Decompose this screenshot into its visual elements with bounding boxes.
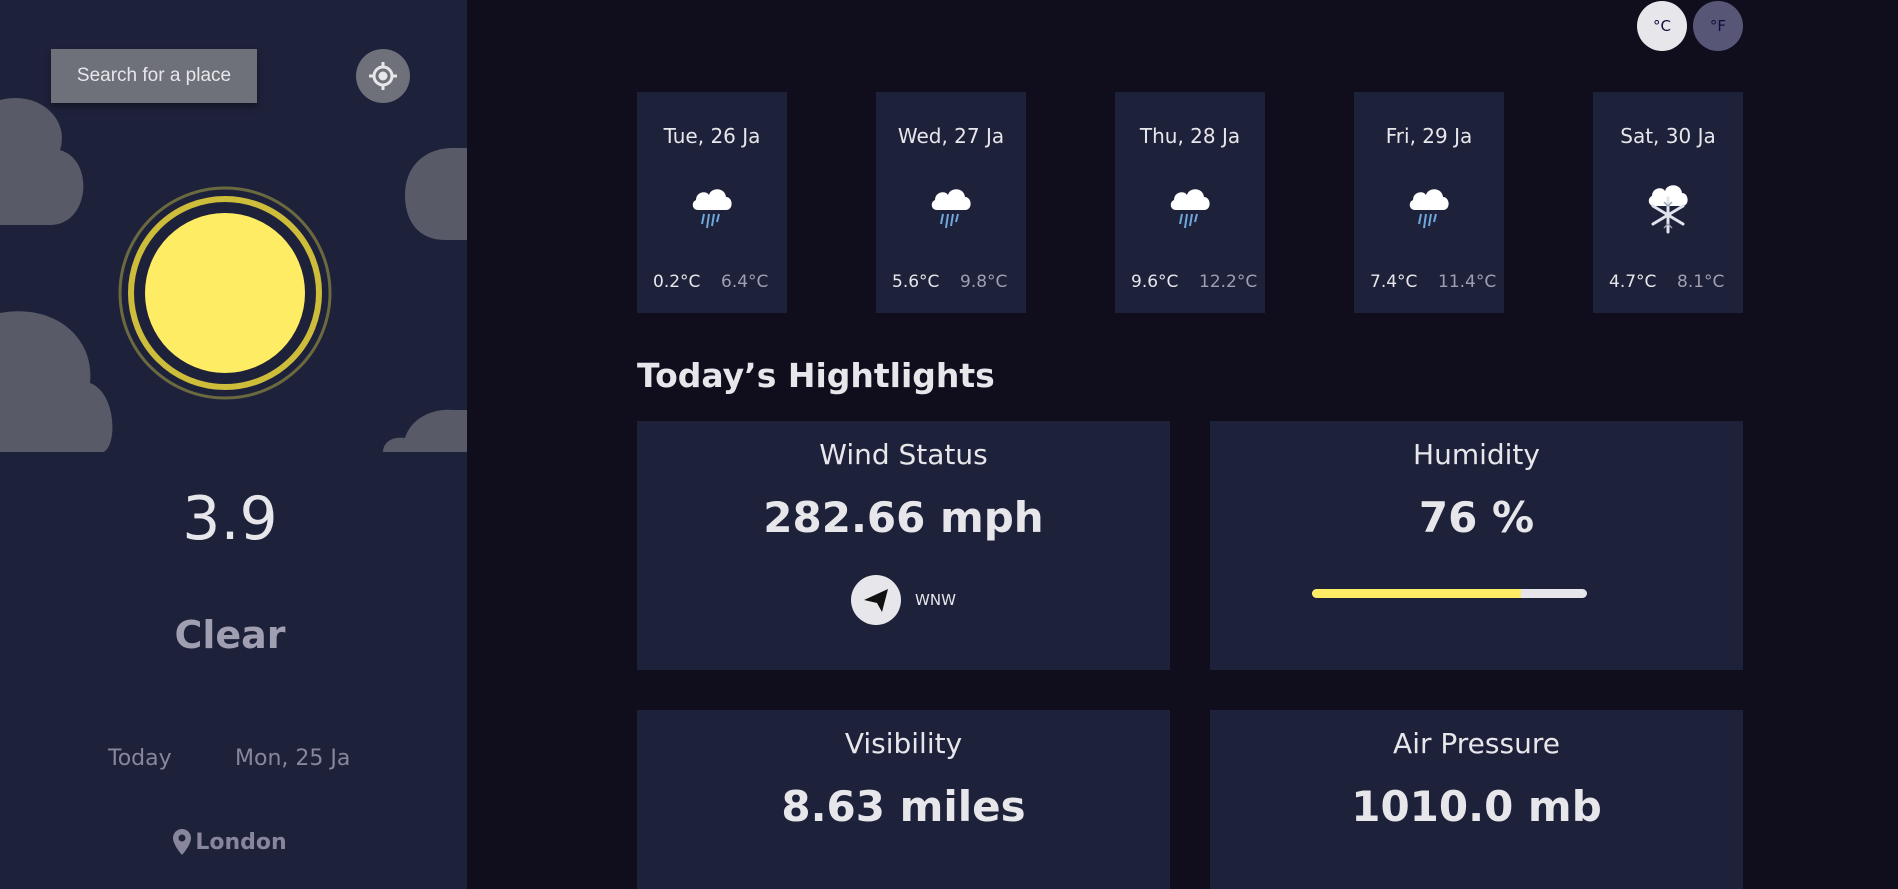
background-cloud-icon bbox=[0, 98, 84, 225]
highlights-title: Today’s Hightlights bbox=[637, 356, 995, 395]
weather-condition: Clear bbox=[174, 613, 286, 657]
forecast-min-temp: 4.7°C bbox=[1609, 272, 1657, 292]
rain-cloud-icon bbox=[1170, 189, 1210, 229]
rain-cloud-icon bbox=[692, 189, 732, 229]
fahrenheit-toggle[interactable]: °F bbox=[1693, 1, 1743, 51]
forecast-max-temp: 11.4°C bbox=[1438, 272, 1497, 292]
wind-status-title: Wind Status bbox=[819, 438, 988, 471]
forecast-day: Fri, 29 Ja bbox=[1385, 124, 1473, 148]
background-cloud-icon bbox=[0, 311, 113, 452]
background-cloud-icon bbox=[383, 409, 467, 452]
visibility-card: Visibility 8.63 miles bbox=[637, 710, 1170, 889]
gps-target-icon bbox=[369, 62, 397, 90]
forecast-card: Wed, 27 Ja 5.6°C 9.8°C bbox=[876, 92, 1026, 313]
visibility-value: 8.63 miles bbox=[781, 782, 1026, 831]
rain-cloud-icon bbox=[1409, 189, 1449, 229]
location-pin-icon bbox=[173, 829, 192, 855]
weather-hero: Search for a place bbox=[0, 0, 467, 452]
wind-status-value: 282.66 mph bbox=[763, 493, 1044, 542]
visibility-title: Visibility bbox=[844, 727, 963, 760]
rain-cloud-icon bbox=[931, 189, 971, 229]
forecast-day: Thu, 28 Ja bbox=[1139, 124, 1241, 148]
humidity-title: Humidity bbox=[1413, 438, 1540, 471]
snow-cloud-icon bbox=[1648, 185, 1688, 234]
humidity-card: Humidity 76 % bbox=[1210, 421, 1743, 670]
forecast-min-temp: 7.4°C bbox=[1370, 272, 1418, 292]
forecast-max-temp: 12.2°C bbox=[1199, 272, 1258, 292]
celsius-toggle[interactable]: °C bbox=[1637, 1, 1687, 51]
air-pressure-card: Air Pressure 1010.0 mb bbox=[1210, 710, 1743, 889]
wind-direction-badge bbox=[851, 575, 902, 625]
forecast-card: Sat, 30 Ja 4.7°C 8.1°C bbox=[1593, 92, 1743, 313]
current-date: Mon, 25 Ja bbox=[235, 746, 351, 771]
air-pressure-value: 1010.0 mb bbox=[1351, 782, 1602, 831]
background-cloud-icon bbox=[405, 148, 467, 240]
forecast-card: Tue, 26 Ja 0.2°C 6.4°C bbox=[637, 92, 787, 313]
location: London bbox=[0, 829, 460, 855]
sidebar: Search for a place 3.9 Clear Today Mon, … bbox=[0, 0, 467, 889]
wind-direction: WNW bbox=[637, 575, 1170, 625]
forecast-min-temp: 0.2°C bbox=[653, 272, 701, 292]
humidity-progress-fill bbox=[1312, 589, 1521, 598]
forecast-card: Fri, 29 Ja 7.4°C 11.4°C bbox=[1354, 92, 1504, 313]
navigation-arrow-icon bbox=[864, 589, 889, 612]
air-pressure-title: Air Pressure bbox=[1393, 727, 1560, 760]
wind-status-card: Wind Status 282.66 mph WNW bbox=[637, 421, 1170, 670]
forecast-day: Sat, 30 Ja bbox=[1620, 124, 1716, 148]
forecast-max-temp: 8.1°C bbox=[1677, 272, 1725, 292]
forecast-day: Wed, 27 Ja bbox=[897, 124, 1005, 148]
today-label: Today bbox=[108, 746, 172, 771]
forecast-max-temp: 6.4°C bbox=[721, 272, 769, 292]
forecast-min-temp: 5.6°C bbox=[892, 272, 940, 292]
current-temperature: 3.9 bbox=[182, 484, 278, 554]
forecast-min-temp: 9.6°C bbox=[1131, 272, 1179, 292]
search-place-button[interactable]: Search for a place bbox=[51, 49, 257, 103]
location-name: London bbox=[195, 829, 287, 855]
wind-direction-label: WNW bbox=[915, 591, 956, 609]
forecast-max-temp: 9.8°C bbox=[960, 272, 1008, 292]
current-location-button[interactable] bbox=[356, 49, 410, 103]
forecast-day: Tue, 26 Ja bbox=[663, 124, 761, 148]
humidity-value: 76 % bbox=[1418, 493, 1535, 542]
humidity-progress-bar bbox=[1312, 589, 1587, 598]
forecast-card: Thu, 28 Ja 9.6°C 12.2°C bbox=[1115, 92, 1265, 313]
clear-sun-icon bbox=[118, 186, 332, 400]
